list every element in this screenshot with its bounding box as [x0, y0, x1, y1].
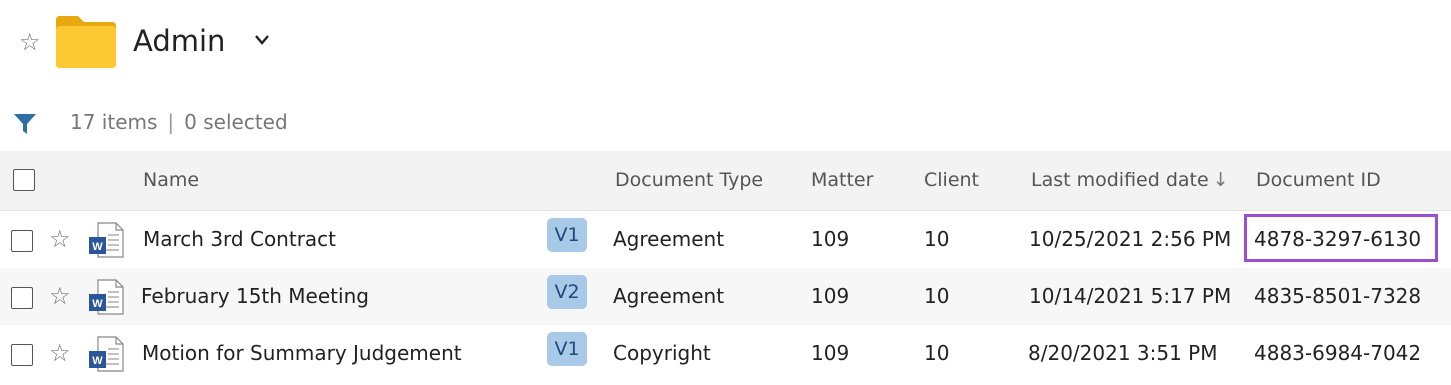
- column-header-document-id[interactable]: Document ID: [1256, 169, 1381, 191]
- version-badge[interactable]: V1: [547, 218, 587, 252]
- column-header-name[interactable]: Name: [143, 169, 199, 191]
- document-id-highlight: [1244, 214, 1438, 262]
- word-document-icon: W: [89, 336, 124, 372]
- svg-text:W: W: [92, 298, 103, 310]
- document-name-link[interactable]: March 3rd Contract: [143, 227, 336, 251]
- row-checkbox[interactable]: [11, 287, 33, 309]
- last-modified-cell: 10/25/2021 2:56 PM: [1029, 227, 1232, 251]
- folder-icon: [56, 16, 116, 68]
- matter-cell: 109: [811, 341, 850, 365]
- word-document-icon: W: [89, 279, 124, 315]
- word-document-icon: W: [89, 222, 124, 258]
- select-all-checkbox[interactable]: [13, 169, 35, 191]
- client-cell: 10: [924, 227, 950, 251]
- table-header: Name Document Type Matter Client Last mo…: [0, 151, 1451, 211]
- column-header-last-modified[interactable]: Last modified date ↓: [1031, 169, 1229, 191]
- selected-count: 0 selected: [184, 110, 288, 134]
- matter-cell: 109: [811, 284, 850, 308]
- version-badge[interactable]: V1: [547, 332, 587, 366]
- matter-cell: 109: [811, 227, 850, 251]
- column-header-matter[interactable]: Matter: [811, 169, 873, 191]
- document-name-link[interactable]: February 15th Meeting: [141, 284, 369, 308]
- client-cell: 10: [924, 341, 950, 365]
- svg-text:W: W: [92, 355, 103, 367]
- document-id-cell: 4835-8501-7328: [1254, 284, 1422, 308]
- folder-title: Admin: [133, 24, 226, 58]
- chevron-down-icon[interactable]: [253, 33, 271, 47]
- star-icon[interactable]: ☆: [49, 284, 71, 308]
- column-header-client[interactable]: Client: [924, 169, 979, 191]
- table-row[interactable]: ☆ W Motion for Summary Judgement V1 Copy…: [0, 325, 1451, 382]
- document-type-cell: Agreement: [613, 284, 725, 308]
- document-id-cell: 4883-6984-7042: [1254, 341, 1422, 365]
- row-checkbox[interactable]: [11, 344, 33, 366]
- client-cell: 10: [924, 284, 950, 308]
- separator: |: [167, 110, 175, 134]
- version-badge[interactable]: V2: [547, 275, 587, 309]
- list-toolbar: 17 items | 0 selected: [0, 104, 1451, 140]
- items-count: 17 items: [70, 110, 158, 134]
- star-icon[interactable]: ☆: [49, 341, 71, 365]
- column-header-document-type[interactable]: Document Type: [615, 169, 763, 191]
- document-type-cell: Copyright: [613, 341, 711, 365]
- star-icon[interactable]: ☆: [49, 227, 71, 251]
- svg-text:W: W: [92, 241, 103, 253]
- folder-header: ☆ Admin: [0, 0, 1451, 90]
- document-type-cell: Agreement: [613, 227, 725, 251]
- filter-icon[interactable]: [13, 113, 37, 135]
- table-row[interactable]: ☆ W March 3rd Contract V1 Agreement 109 …: [0, 211, 1451, 268]
- selection-summary: 17 items | 0 selected: [70, 110, 288, 134]
- row-checkbox[interactable]: [11, 230, 33, 252]
- last-modified-cell: 10/14/2021 5:17 PM: [1029, 284, 1232, 308]
- last-modified-cell: 8/20/2021 3:51 PM: [1028, 341, 1218, 365]
- table-row[interactable]: ☆ W February 15th Meeting V2 Agreement 1…: [0, 268, 1451, 325]
- last-modified-label: Last modified date: [1031, 169, 1209, 191]
- star-icon[interactable]: ☆: [19, 30, 41, 54]
- document-name-link[interactable]: Motion for Summary Judgement: [142, 341, 462, 365]
- sort-descending-icon: ↓: [1212, 169, 1229, 191]
